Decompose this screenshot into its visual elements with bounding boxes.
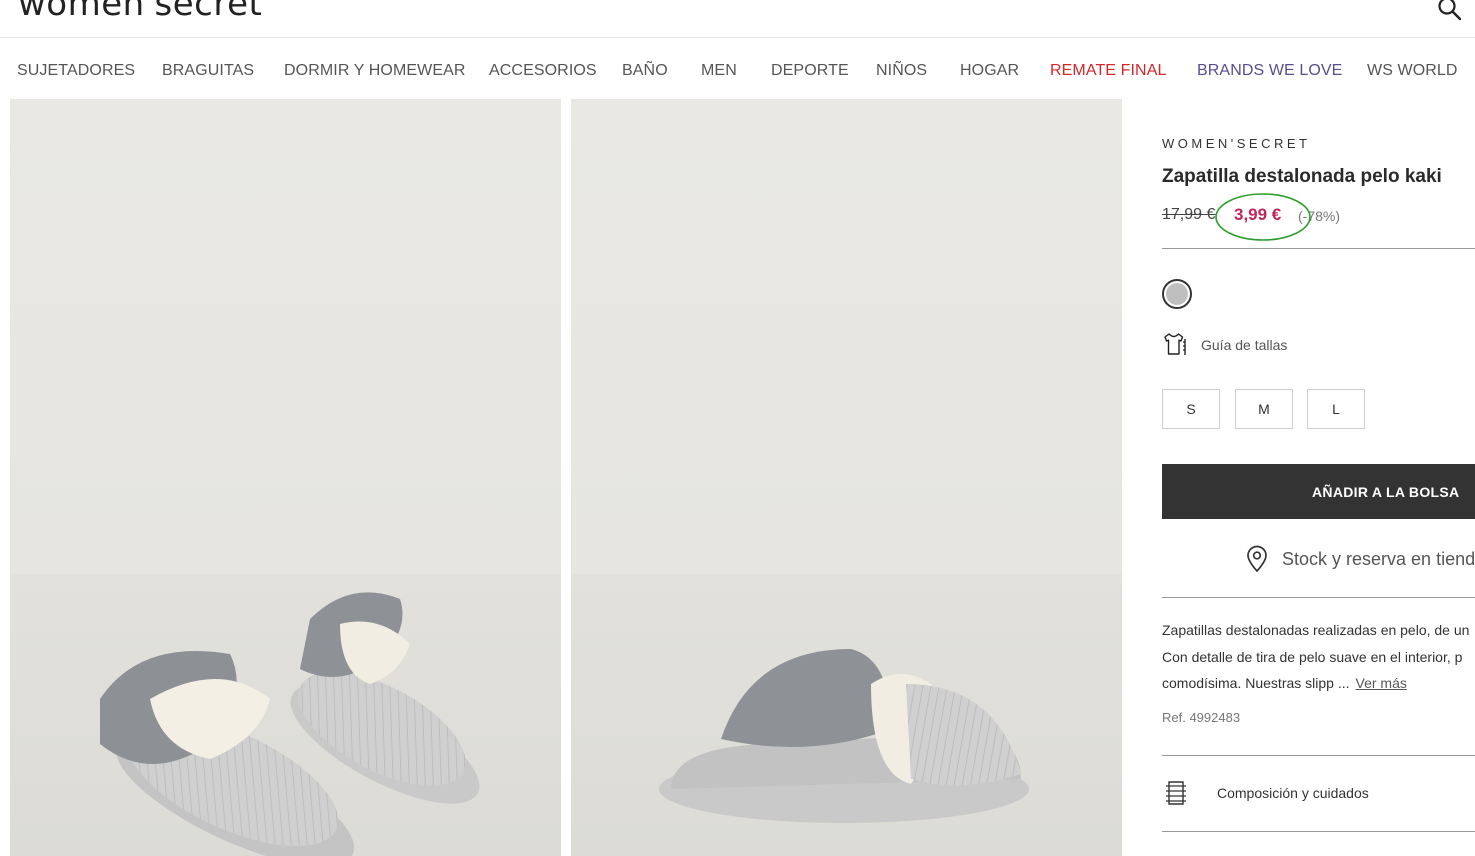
- divider: [1162, 248, 1475, 249]
- color-swatch-fill: [1166, 283, 1188, 305]
- composition-care-label: Composición y cuidados: [1217, 785, 1369, 801]
- size-button-m[interactable]: M: [1235, 389, 1293, 429]
- store-stock-label: Stock y reserva en tienda: [1282, 549, 1475, 569]
- nav-item-sujetadores[interactable]: SUJETADORES: [17, 62, 135, 80]
- divider: [1162, 831, 1475, 832]
- description-line: Zapatillas destalonadas realizadas en pe…: [1162, 622, 1470, 638]
- nav-item-deporte[interactable]: DEPORTE: [771, 62, 849, 80]
- nav-item-remate-final[interactable]: REMATE FINAL: [1050, 62, 1166, 80]
- search-icon[interactable]: [1437, 0, 1463, 22]
- nav-item-dormir-y-homewear[interactable]: DORMIR Y HOMEWEAR: [284, 62, 466, 80]
- slipper-side-photo: [571, 99, 1122, 856]
- product-image-pair[interactable]: [10, 99, 561, 856]
- nav-item-ws-world[interactable]: WS WORLD: [1367, 62, 1458, 80]
- nav-item-ninos[interactable]: NIÑOS: [876, 62, 927, 80]
- product-brand: WOMEN'SECRET: [1162, 136, 1311, 151]
- brand-logo[interactable]: women'secret: [18, 0, 262, 24]
- nav-item-brands-we-love[interactable]: BRANDS WE LOVE: [1197, 62, 1342, 80]
- annotation-circle: [1215, 193, 1311, 241]
- main-navigation: SUJETADORES BRAGUITAS DORMIR Y HOMEWEAR …: [0, 39, 1475, 99]
- nav-item-men[interactable]: MEN: [701, 62, 737, 80]
- see-more-link[interactable]: Ver más: [1356, 675, 1407, 691]
- product-image-side[interactable]: [571, 99, 1122, 856]
- color-swatch[interactable]: [1162, 279, 1192, 309]
- nav-item-hogar[interactable]: HOGAR: [960, 62, 1019, 80]
- description-line-last: comodísima. Nuestras slipp ... Ver más: [1162, 670, 1475, 697]
- product-description: Zapatillas destalonadas realizadas en pe…: [1162, 617, 1475, 697]
- size-button-s[interactable]: S: [1162, 389, 1220, 429]
- fabric-label-icon: [1166, 781, 1186, 805]
- composition-care-accordion[interactable]: Composición y cuidados: [1162, 777, 1475, 807]
- product-reference: Ref. 4992483: [1162, 710, 1241, 725]
- slippers-pair-photo: [10, 99, 561, 856]
- divider: [1162, 597, 1475, 598]
- product-title: Zapatilla destalonada pelo kaki: [1162, 166, 1442, 187]
- divider: [1162, 755, 1475, 756]
- add-to-bag-button[interactable]: AÑADIR A LA BOLSA: [1162, 464, 1475, 519]
- size-guide-label: Guía de tallas: [1201, 337, 1288, 353]
- nav-item-accesorios[interactable]: ACCESORIOS: [489, 62, 597, 80]
- old-price: 17,99 €: [1162, 206, 1216, 223]
- shirt-ruler-icon: [1164, 333, 1186, 355]
- nav-item-braguitas[interactable]: BRAGUITAS: [162, 62, 254, 80]
- description-line: Con detalle de tira de pelo suave en el …: [1162, 648, 1463, 665]
- nav-item-bano[interactable]: BAÑO: [622, 62, 668, 80]
- location-pin-icon: [1247, 545, 1267, 573]
- site-header: women'secret: [0, 0, 1475, 38]
- size-button-l[interactable]: L: [1307, 389, 1365, 429]
- add-to-bag-label: AÑADIR A LA BOLSA: [1312, 484, 1460, 500]
- description-text: comodísima. Nuestras slipp ...: [1162, 675, 1350, 691]
- price-row: 17,99 € 3,99 € (-78%): [1162, 205, 1475, 229]
- product-info-panel: WOMEN'SECRET Zapatilla destalonada pelo …: [1162, 99, 1475, 856]
